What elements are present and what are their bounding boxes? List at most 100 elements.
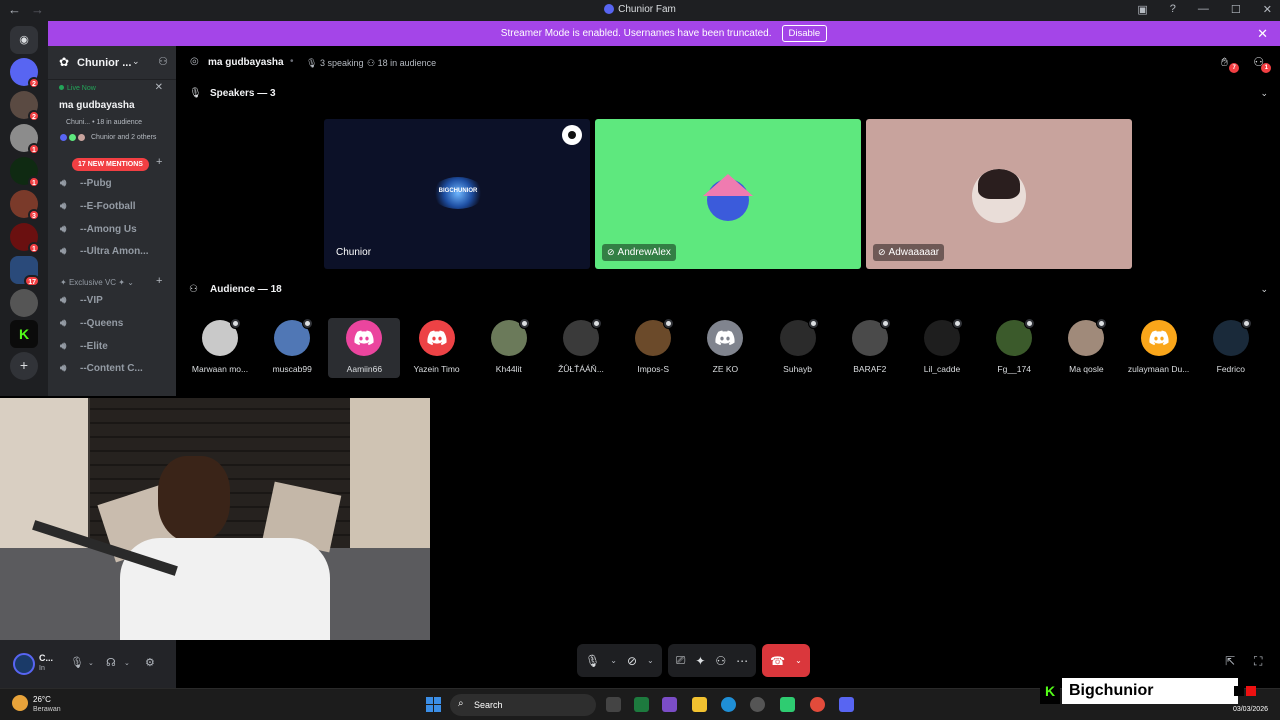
server-icon-3[interactable]: 1 [10, 124, 40, 155]
audience-member[interactable]: muscab99 [256, 318, 328, 378]
channel-among-us[interactable]: 🔊︎ --Among Us [60, 219, 172, 239]
popout-icon[interactable]: ⇱ [1225, 654, 1235, 668]
chevron-down-icon[interactable]: ⌄ [1260, 284, 1268, 295]
inbox-icon[interactable]: ▣ [1137, 3, 1147, 16]
channel-pubg[interactable]: 🔊︎ --Pubg [60, 173, 172, 193]
more-icon[interactable]: ⋯ [736, 654, 748, 668]
avatar [1140, 320, 1177, 356]
microphone-icon[interactable]: 🎙︎ [585, 654, 600, 668]
add-member-icon[interactable]: ⚇ [158, 55, 168, 68]
channel-ultra-among[interactable]: 🔊︎ --Ultra Amon... [60, 241, 172, 261]
discord-logo-icon [427, 330, 447, 346]
audience-member[interactable]: Yazein Timo [401, 318, 473, 378]
camera-off-icon[interactable]: ⊘ [627, 654, 637, 668]
audience-member[interactable]: ZE KO [689, 318, 761, 378]
leave-call-button[interactable]: ☎︎ ⌄ [762, 644, 810, 677]
server-icon-1[interactable]: 2 [10, 58, 40, 89]
channel-queens[interactable]: 🔊︎ --Queens [60, 313, 172, 333]
edge-icon[interactable] [721, 697, 736, 712]
audience-member[interactable]: Aamiin66 [328, 318, 401, 378]
channel-content-creators[interactable]: 🔊︎ --Content C... [60, 358, 172, 378]
maximize-icon[interactable]: ☐ [1231, 3, 1241, 16]
live-stage-card[interactable]: Live Now ✕ ma gudbayasha Chuni... • 18 i… [48, 80, 176, 148]
mic-off-icon: ⊘ [878, 247, 886, 257]
office-icon[interactable] [662, 697, 677, 712]
audience-member[interactable]: Kh44lit [473, 318, 545, 378]
audience-member[interactable]: BARAF2 [834, 318, 906, 378]
invite-icon[interactable]: ⚇ 1 [1253, 55, 1272, 73]
audience-member[interactable]: ŽÛŁŤÁÁŇ... [545, 318, 617, 378]
obs-icon[interactable] [750, 697, 765, 712]
close-icon[interactable]: ✕ [1257, 26, 1268, 42]
chevron-down-icon[interactable]: ⌄ [647, 656, 654, 665]
server-icon-4[interactable]: 1 [10, 157, 40, 188]
window-title: Chunior Fam [0, 4, 1280, 15]
flag-icon [1234, 686, 1256, 696]
server-icon-2[interactable]: 2 [10, 91, 40, 122]
category-exclusive-vc[interactable]: ✦ Exclusive VC ✦ ⌄ [60, 278, 134, 287]
chevron-down-icon[interactable]: ⌄ [610, 656, 617, 665]
stage-icon: ◎ [190, 56, 199, 67]
audience-member[interactable]: zulaymaan Du... [1123, 318, 1195, 378]
task-view-icon[interactable] [606, 697, 621, 712]
excel-icon[interactable] [634, 697, 649, 712]
disable-button[interactable]: Disable [781, 25, 828, 42]
chevron-down-icon[interactable]: ⌄ [124, 659, 130, 667]
speaker-tile-chunior[interactable]: BIGCHUNIOR Chunior [324, 119, 590, 269]
channel-elite[interactable]: 🔊︎ --Elite [60, 336, 172, 356]
audience-member[interactable]: Fedrico [1195, 318, 1267, 378]
audience-member[interactable]: Marwaan mo... [184, 318, 256, 378]
app-icon[interactable] [780, 697, 795, 712]
chrome-icon[interactable] [810, 697, 825, 712]
gear-icon[interactable]: ⚙ [145, 656, 155, 669]
add-channel-icon[interactable]: + [156, 275, 162, 287]
server-icon-5[interactable]: 3 [10, 190, 40, 221]
person [158, 456, 230, 542]
audience-member[interactable]: Suhayb [762, 318, 834, 378]
audience-member[interactable]: Lil_cadde [906, 318, 978, 378]
chevron-down-icon[interactable]: ⌄ [1260, 88, 1268, 99]
speaker-icon: 🔊︎ [60, 177, 67, 189]
new-mentions-pill[interactable]: 17 NEW MENTIONS [72, 158, 149, 171]
add-channel-icon[interactable]: + [156, 156, 162, 168]
speaker-tile-andrewalex[interactable]: ⊘ AndrewAlex [595, 119, 861, 269]
microphone-icon[interactable]: 🎙︎ [70, 656, 84, 669]
server-icon-6[interactable]: 1 [10, 223, 40, 254]
live-now-label: Live Now [59, 85, 96, 92]
audience-member[interactable]: Ma qosle [1050, 318, 1122, 378]
file-explorer-icon[interactable] [692, 697, 707, 712]
audience-member[interactable]: Impos-S [617, 318, 689, 378]
taskbar-search[interactable]: ⌕ Search [450, 694, 596, 716]
speaker-icon: 🔊︎ [60, 294, 67, 306]
audience-member[interactable]: Fg__174 [978, 318, 1050, 378]
close-icon[interactable]: ✕ [155, 82, 163, 93]
server-icon-7[interactable]: 17 [10, 256, 40, 287]
server-icon-8[interactable] [10, 289, 38, 317]
call-controls: 🎙︎ ⌄ ⊘ ⌄ ⎚ ✦ ⚇ ⋯ ☎︎ ⌄ [577, 644, 810, 677]
headphones-icon[interactable]: ☊ [106, 656, 116, 669]
minimize-icon[interactable]: — [1198, 3, 1209, 16]
screen-share-icon[interactable]: ⎚ [676, 653, 686, 668]
fullscreen-icon[interactable]: ⛶ [1254, 654, 1262, 669]
channel-vip[interactable]: 🔊︎ --VIP [60, 290, 172, 310]
discord-icon[interactable] [839, 697, 854, 712]
direct-messages-icon[interactable]: ◉ [10, 26, 38, 54]
add-server-icon[interactable]: + [10, 352, 38, 380]
channel-efootball[interactable]: 🔊︎ --E-Football [60, 196, 172, 216]
audience-icon: ⚇ [189, 284, 198, 295]
avatar [346, 320, 383, 356]
user-avatar[interactable] [13, 653, 35, 675]
audience-member-name: BARAF2 [853, 364, 887, 374]
start-button-icon[interactable] [426, 697, 441, 712]
chevron-down-icon[interactable]: ⌄ [795, 656, 802, 665]
moderator-icon[interactable]: ⚇ [715, 654, 726, 668]
help-icon[interactable]: ? [1170, 3, 1176, 16]
server-header[interactable]: ✿ Chunior ... ⌄ ⚇ [48, 46, 176, 80]
kick-server-icon[interactable]: K [10, 320, 38, 348]
chevron-down-icon[interactable]: ⌄ [88, 659, 94, 667]
audience-member-name: Suhayb [783, 364, 813, 374]
raised-hands-icon[interactable]: ✋︎ 7 [1221, 55, 1240, 73]
close-icon[interactable]: ✕ [1263, 3, 1272, 16]
activity-icon[interactable]: ✦ [695, 654, 705, 668]
speaker-tile-adwaaaaar[interactable]: ⊘ Adwaaaaar [866, 119, 1132, 269]
